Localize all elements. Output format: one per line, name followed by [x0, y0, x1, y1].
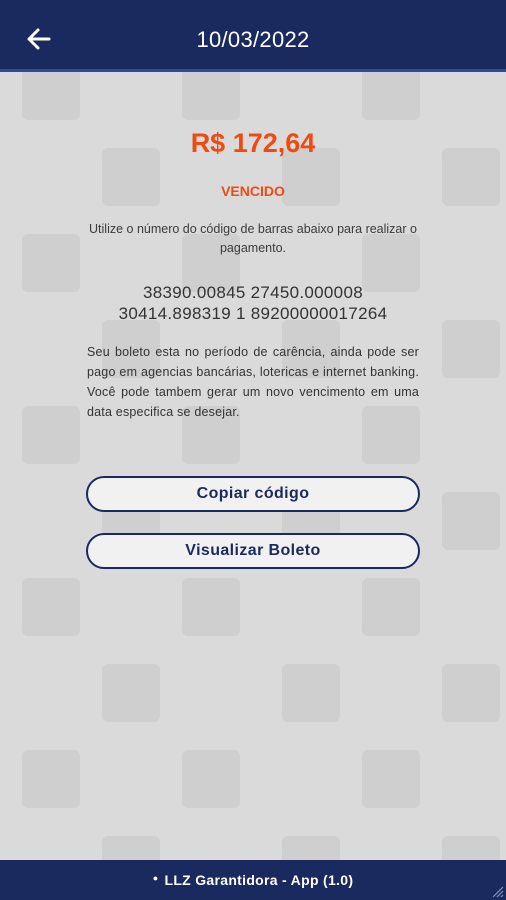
- barcode-line-1: 38390.00845 27450.000008: [143, 283, 363, 302]
- status-dot-icon: ●: [152, 873, 159, 883]
- status-label: VENCIDO: [221, 183, 285, 199]
- barcode-number[interactable]: 38390.00845 27450.000008 30414.898319 1 …: [0, 282, 506, 324]
- app-header: 10/03/2022: [0, 0, 506, 72]
- grace-period-note: Seu boleto esta no período de carência, …: [87, 345, 419, 419]
- barcode-line-2: 30414.898319 1 89200000017264: [118, 304, 388, 323]
- resize-grip-icon[interactable]: [490, 884, 504, 898]
- view-boleto-button[interactable]: Visualizar Boleto: [86, 533, 420, 569]
- page-title: 10/03/2022: [196, 27, 310, 52]
- copy-code-button[interactable]: Copiar código: [86, 476, 420, 512]
- amount-value: R$ 172,64: [190, 128, 316, 158]
- app-footer: ● LLZ Garantidora - App (1.0): [0, 860, 506, 900]
- main-content: R$ 172,64 VENCIDO Utilize o número do có…: [0, 72, 506, 860]
- payment-instructions: Utilize o número do código de barras aba…: [89, 222, 417, 255]
- footer-label: LLZ Garantidora - App (1.0): [164, 872, 354, 888]
